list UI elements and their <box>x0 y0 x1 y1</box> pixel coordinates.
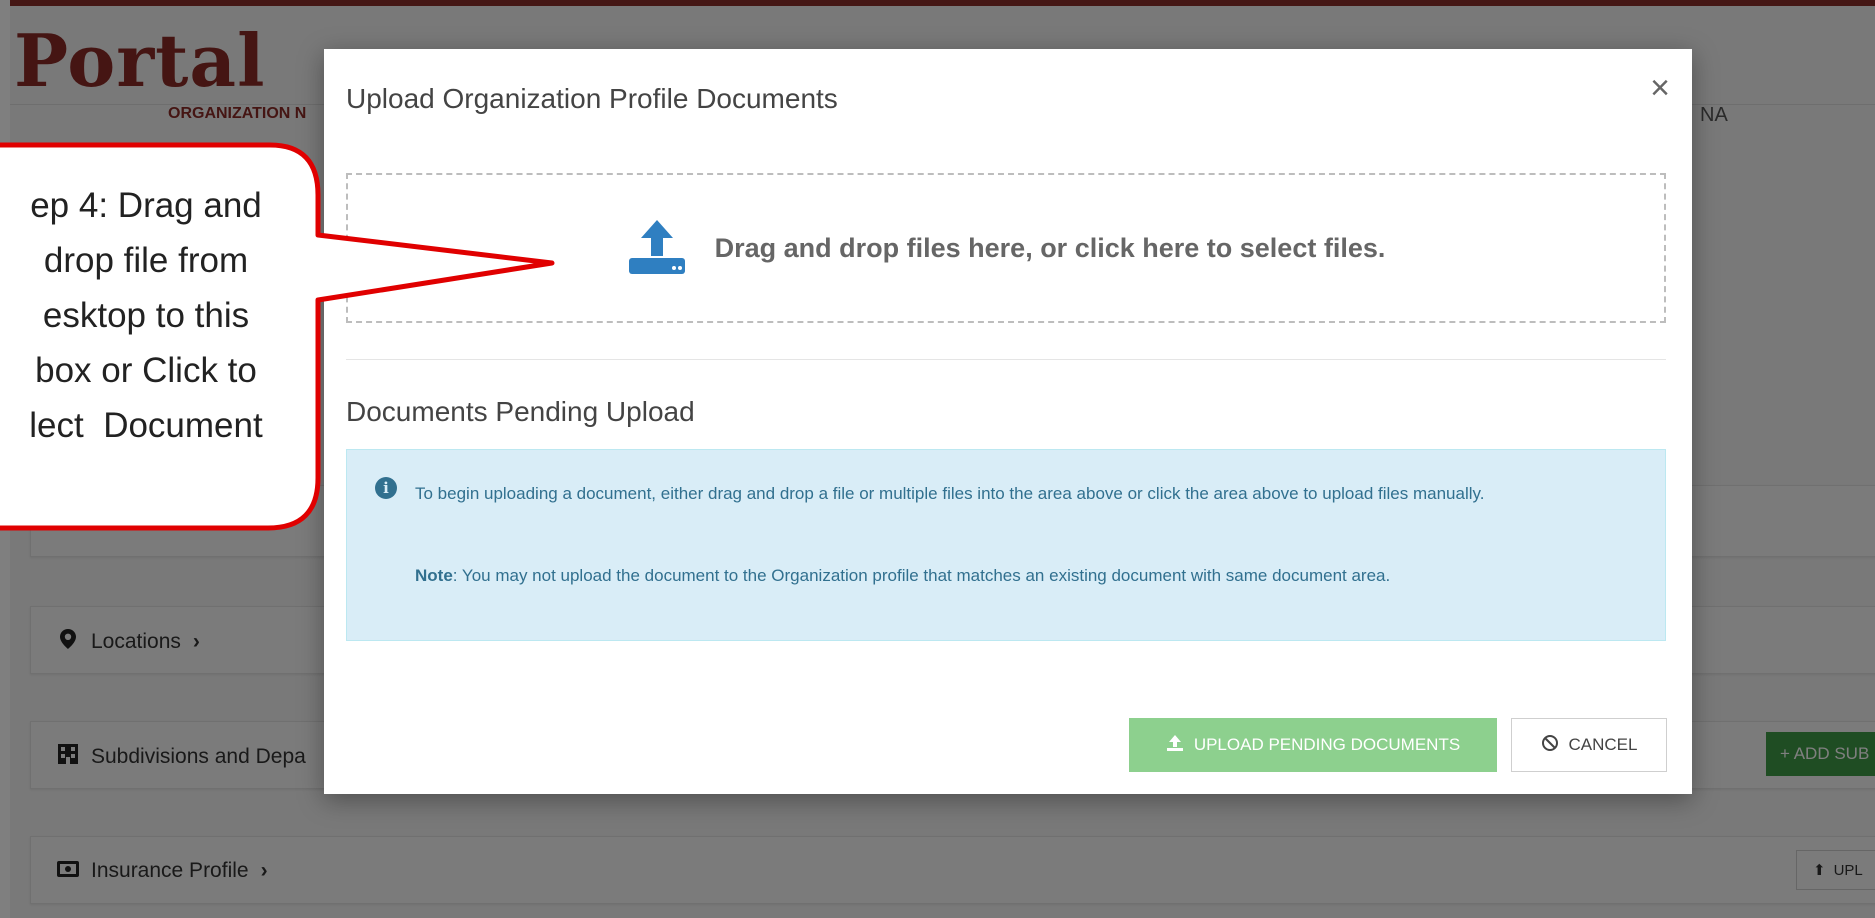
modal-title: Upload Organization Profile Documents <box>346 83 838 114</box>
info-icon: i <box>375 477 397 499</box>
ban-icon <box>1541 734 1559 757</box>
pending-upload-title: Documents Pending Upload <box>346 396 695 427</box>
close-icon[interactable]: × <box>1650 71 1670 105</box>
upload-pending-documents-button[interactable]: UPLOAD PENDING DOCUMENTS <box>1129 718 1497 772</box>
note-body: : You may not upload the document to the… <box>452 566 1391 585</box>
info-text: To begin uploading a document, either dr… <box>415 484 1485 503</box>
note-label: Note <box>415 566 453 585</box>
dropzone-text: Drag and drop files here, or click here … <box>714 232 1386 263</box>
info-alert: i To begin uploading a document, either … <box>346 449 1666 641</box>
upload-button-label: UPLOAD PENDING DOCUMENTS <box>1193 735 1461 754</box>
upload-documents-modal: Upload Organization Profile Documents × … <box>324 49 1692 794</box>
file-dropzone[interactable]: Drag and drop files here, or click here … <box>346 173 1666 323</box>
upload-tray-icon <box>627 216 687 281</box>
cancel-button-label: CANCEL <box>1568 735 1638 754</box>
note-text: Note: You may not upload the document to… <box>415 566 1645 586</box>
cancel-button[interactable]: CANCEL <box>1511 718 1667 772</box>
modal-divider <box>346 359 1666 360</box>
upload-icon <box>1166 734 1184 757</box>
